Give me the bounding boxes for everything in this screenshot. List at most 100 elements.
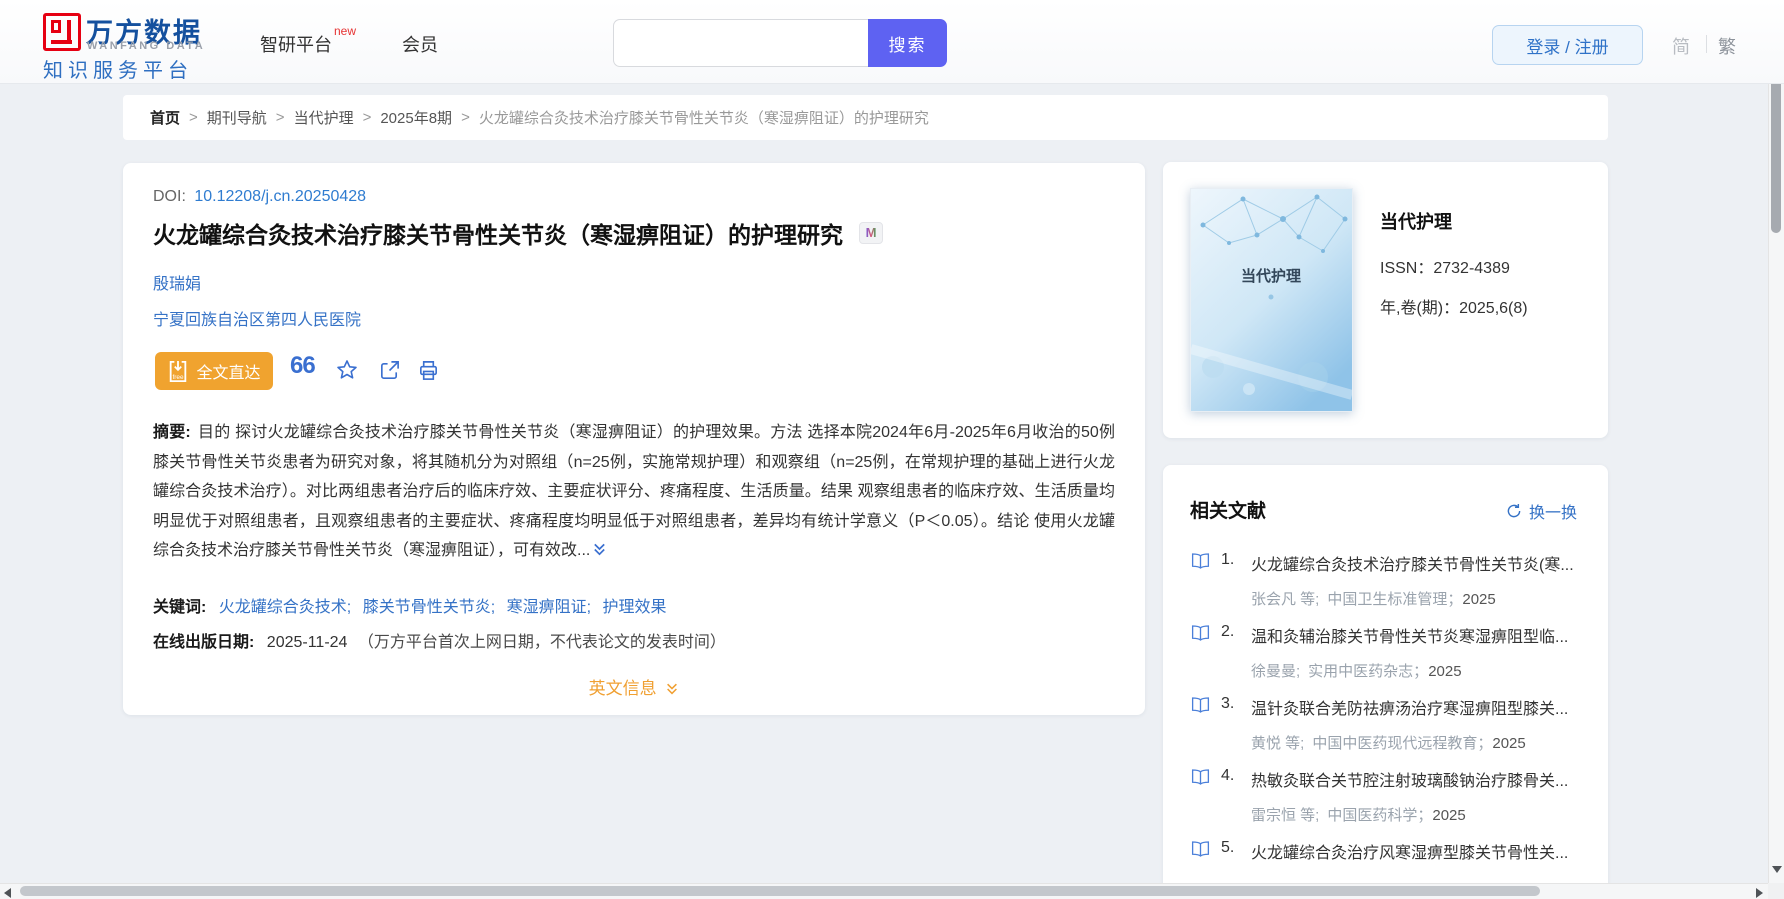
keyword-link[interactable]: 膝关节骨性关节炎; [363,599,495,616]
doi-line: DOI: 10.12208/j.cn.20250428 [153,188,366,206]
author-link[interactable]: 殷瑞娟 [153,270,201,294]
favorite-star-icon[interactable] [335,358,359,387]
book-icon [1191,625,1210,641]
related-item-source: 中国卫生标准管理； [1327,591,1463,608]
related-item-meta: 黄悦 等; 中国中医药现代远程教育；2025 [1251,732,1581,753]
related-item-number: 3. [1221,695,1235,712]
related-item-year: 2025 [1428,663,1462,680]
search-button[interactable]: 搜索 [868,19,947,67]
related-item: 3. 温针灸联合羌防祛痹汤治疗寒湿痹阻型膝关... 黄悦 等; 中国中医药现代远程… [1190,695,1582,757]
journal-issn-line: ISSN：2732-4389 [1380,254,1510,278]
logo-shape-vbar [67,20,71,41]
lang-traditional[interactable]: 繁 [1718,33,1736,59]
book-icon [1191,553,1210,569]
lang-divider [1706,35,1707,53]
fulltext-access-button[interactable]: free 全文直达 [155,352,273,390]
related-item: 2. 温和灸辅治膝关节骨性关节炎寒湿痹阻型临... 徐曼曼; 实用中医药杂志；20… [1190,623,1582,685]
breadcrumb-separator: > [189,109,198,126]
breadcrumb-separator: > [275,109,285,126]
breadcrumb-journal-nav[interactable]: 期刊导航 [207,107,267,128]
pubdate-line: 在线出版日期: 2025-11-24 （万方平台首次上网日期，不代表论文的发表时… [153,628,726,652]
related-item-title[interactable]: 温和灸辅治膝关节骨性关节炎寒湿痹阻型临... [1251,623,1581,647]
svg-text:free: free [173,373,184,380]
breadcrumb-home[interactable]: 首页 [150,107,180,128]
nav-zhiyan-platform[interactable]: 智研平台 [260,31,332,57]
related-item-number: 4. [1221,767,1235,784]
search-input[interactable] [613,19,869,67]
issn-label: ISSN： [1380,260,1434,277]
keyword-link[interactable]: 火龙罐综合灸技术; [219,599,351,616]
lang-simplified[interactable]: 简 [1672,33,1690,59]
scroll-right-arrow[interactable] [1756,888,1763,898]
quote-icon[interactable]: 66 [290,352,316,380]
related-item-number: 5. [1221,839,1235,856]
english-info-toggle[interactable]: 英文信息 [153,674,1115,701]
related-item-year: 2025 [1462,591,1496,608]
abstract-label: 摘要: [153,424,191,441]
doi-link[interactable]: 10.12208/j.cn.20250428 [194,188,366,205]
book-icon [1191,841,1210,857]
m-badge-icon: M [866,225,877,240]
print-icon[interactable] [417,359,440,387]
related-item-authors: 雷宗恒 等; [1251,807,1320,824]
nav-new-badge: new [334,24,357,38]
related-item-meta: 徐曼曼; 实用中医药杂志；2025 [1251,660,1581,681]
book-icon [1191,769,1210,785]
pubdate-note: （万方平台首次上网日期，不代表论文的发表时间） [357,634,726,651]
keywords-label: 关键词: [153,599,207,616]
related-item-title[interactable]: 温针灸联合羌防祛痹汤治疗寒湿痹阻型膝关... [1251,695,1581,719]
breadcrumb-separator: > [461,109,470,126]
breadcrumb-journal[interactable]: 当代护理 [294,107,354,128]
english-info-chevron-icon [665,681,679,701]
issn-value: 2732-4389 [1433,260,1510,277]
keyword-link[interactable]: 寒湿痹阻证; [507,599,591,616]
related-item-title[interactable]: 火龙罐综合灸治疗风寒湿痹型膝关节骨性关... [1251,839,1581,863]
related-refresh-button[interactable]: 换一换 [1505,499,1577,523]
login-register-button[interactable]: 登录 / 注册 [1492,25,1643,65]
refresh-icon [1507,503,1521,518]
english-info-label: 英文信息 [588,679,657,698]
article-title: 火龙罐综合灸技术治疗膝关节骨性关节炎（寒湿痹阻证）的护理研究 [153,222,843,248]
breadcrumb-issue[interactable]: 2025年8期 [380,107,452,128]
related-item: 4. 热敏灸联合关节腔注射玻璃酸钠治疗膝骨关... 雷宗恒 等; 中国医药科学；2… [1190,767,1582,829]
article-title-row: 火龙罐综合灸技术治疗膝关节骨性关节炎（寒湿痹阻证）的护理研究 M [153,216,1123,250]
svg-text:M: M [866,225,877,240]
abstract-text: 目的 探讨火龙罐综合灸技术治疗膝关节骨性关节炎（寒湿痹阻证）的护理效果。方法 选… [153,424,1115,559]
related-item-title[interactable]: 火龙罐综合灸技术治疗膝关节骨性关节炎(寒... [1251,551,1581,575]
logo-shape-rect [51,20,61,33]
related-title: 相关文献 [1190,501,1267,522]
affiliation-link[interactable]: 宁夏回族自治区第四人民医院 [153,306,361,330]
journal-cover[interactable]: 当代护理 [1189,188,1354,412]
abstract-paragraph: 摘要: 目的 探讨火龙罐综合灸技术治疗膝关节骨性关节炎（寒湿痹阻证）的护理效果。方… [153,418,1115,568]
related-item-year: 2025 [1432,807,1466,824]
brand-tagline: 知识服务平台 [43,60,193,82]
horizontal-scroll-thumb[interactable] [20,886,1540,896]
site-header: 万方数据 WANFANG DATA 知识服务平台 智研平台 new 会员 搜索 … [0,0,1784,84]
journal-cover-art: 当代护理 [1189,189,1354,411]
related-item: 5. 火龙罐综合灸治疗风寒湿痹型膝关节骨性关... [1190,839,1582,883]
related-item-number: 2. [1221,623,1235,640]
related-item-source: 中国中医药现代远程教育； [1312,735,1493,752]
related-item-title[interactable]: 热敏灸联合关节腔注射玻璃酸钠治疗膝骨关... [1251,767,1581,791]
wanfang-logo-icon[interactable] [43,13,81,51]
breadcrumb-current-article: 火龙罐综合灸技术治疗膝关节骨性关节炎（寒湿痹阻证）的护理研究 [478,110,929,127]
keyword-link[interactable]: 护理效果 [603,599,667,616]
brand-name-en: WANFANG DATA [87,40,206,52]
related-item-meta: 张会凡 等; 中国卫生标准管理；2025 [1251,588,1581,609]
related-item-year: 2025 [1492,735,1526,752]
journal-name: 当代护理 [1380,212,1452,232]
scrollbar-corner [1768,883,1784,899]
scroll-down-arrow[interactable] [1772,866,1782,873]
scroll-left-arrow[interactable] [4,888,11,898]
related-item-authors: 徐曼曼; [1251,663,1301,680]
share-export-icon[interactable] [378,359,401,387]
journal-cover-title: 当代护理 [1241,267,1301,285]
nav-member[interactable]: 会员 [402,31,438,57]
related-item-authors: 黄悦 等; [1251,735,1305,752]
logo-shape-hbar [51,40,72,44]
journal-volume-line: 年,卷(期)：2025,6(8) [1380,294,1528,318]
fulltext-label: 全文直达 [196,365,261,382]
book-icon [1191,697,1210,713]
abstract-expand-icon[interactable] [592,538,607,568]
related-item-meta: 雷宗恒 等; 中国医药科学；2025 [1251,804,1581,825]
